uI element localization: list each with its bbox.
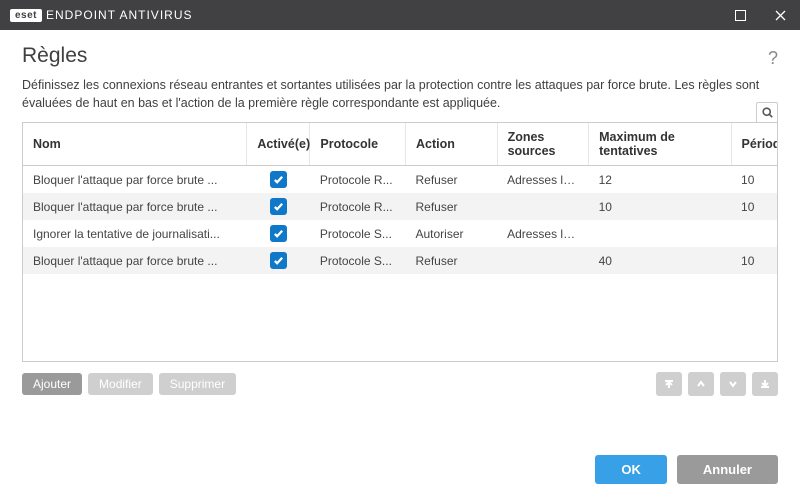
- table-row[interactable]: Bloquer l'attaque par force brute ... Pro…: [23, 247, 777, 274]
- checkbox-checked-icon[interactable]: [270, 171, 287, 188]
- table-row[interactable]: Ignorer la tentative de journalisati... P…: [23, 220, 777, 247]
- cell-source-zones: Adresses local...: [497, 220, 589, 247]
- col-header-source-zones[interactable]: Zones sources: [497, 123, 589, 166]
- rules-table: Nom Activé(e) Protocole Action Zones sou…: [23, 123, 777, 274]
- cell-protocol: Protocole S...: [310, 220, 406, 247]
- titlebar: eset ENDPOINT ANTIVIRUS: [0, 0, 800, 30]
- move-top-button[interactable]: [656, 372, 682, 396]
- search-button[interactable]: [756, 102, 778, 122]
- checkbox-checked-icon[interactable]: [270, 225, 287, 242]
- ok-button[interactable]: OK: [595, 455, 667, 484]
- col-header-protocol[interactable]: Protocole: [310, 123, 406, 166]
- table-row[interactable]: Bloquer l'attaque par force brute ... Pro…: [23, 193, 777, 220]
- cell-action: Refuser: [406, 166, 498, 194]
- brand: eset ENDPOINT ANTIVIRUS: [10, 8, 192, 22]
- cell-max-attempts: 40: [589, 247, 731, 274]
- add-button[interactable]: Ajouter: [22, 373, 82, 395]
- window-minimize-button[interactable]: [720, 0, 760, 30]
- table-header-row: Nom Activé(e) Protocole Action Zones sou…: [23, 123, 777, 166]
- cell-protocol: Protocole R...: [310, 193, 406, 220]
- cell-name: Bloquer l'attaque par force brute ...: [23, 193, 247, 220]
- page-title: Règles: [22, 44, 768, 68]
- cell-name: Bloquer l'attaque par force brute ...: [23, 166, 247, 194]
- page-description: Définissez les connexions réseau entrant…: [22, 76, 778, 112]
- cell-period: [731, 220, 777, 247]
- window-close-button[interactable]: [760, 0, 800, 30]
- table-row[interactable]: Bloquer l'attaque par force brute ... Pro…: [23, 166, 777, 194]
- cell-action: Refuser: [406, 193, 498, 220]
- cell-period: 10: [731, 193, 777, 220]
- cell-action: Autoriser: [406, 220, 498, 247]
- move-up-button[interactable]: [688, 372, 714, 396]
- move-bottom-button[interactable]: [752, 372, 778, 396]
- cell-protocol: Protocole S...: [310, 247, 406, 274]
- product-name: ENDPOINT ANTIVIRUS: [46, 8, 192, 22]
- cell-name: Ignorer la tentative de journalisati...: [23, 220, 247, 247]
- col-header-max-attempts[interactable]: Maximum de tentatives: [589, 123, 731, 166]
- cell-source-zones: [497, 193, 589, 220]
- cell-active[interactable]: [247, 166, 310, 194]
- cell-source-zones: [497, 247, 589, 274]
- delete-button[interactable]: Supprimer: [159, 373, 236, 395]
- cell-protocol: Protocole R...: [310, 166, 406, 194]
- cell-max-attempts: [589, 220, 731, 247]
- cell-active[interactable]: [247, 220, 310, 247]
- cell-max-attempts: 12: [589, 166, 731, 194]
- cell-max-attempts: 10: [589, 193, 731, 220]
- cell-name: Bloquer l'attaque par force brute ...: [23, 247, 247, 274]
- col-header-action[interactable]: Action: [406, 123, 498, 166]
- col-header-name[interactable]: Nom: [23, 123, 247, 166]
- help-icon[interactable]: ?: [768, 44, 778, 69]
- search-icon: [762, 107, 773, 118]
- cell-source-zones: Adresses local...: [497, 166, 589, 194]
- cancel-button[interactable]: Annuler: [677, 455, 778, 484]
- col-header-active[interactable]: Activé(e): [247, 123, 310, 166]
- cell-active[interactable]: [247, 247, 310, 274]
- cell-period: 10: [731, 166, 777, 194]
- checkbox-checked-icon[interactable]: [270, 252, 287, 269]
- cell-active[interactable]: [247, 193, 310, 220]
- brand-tag: eset: [10, 9, 42, 22]
- cell-action: Refuser: [406, 247, 498, 274]
- cell-period: 10: [731, 247, 777, 274]
- move-down-button[interactable]: [720, 372, 746, 396]
- edit-button[interactable]: Modifier: [88, 373, 153, 395]
- col-header-period[interactable]: Période de con: [731, 123, 777, 166]
- checkbox-checked-icon[interactable]: [270, 198, 287, 215]
- rules-table-container: Nom Activé(e) Protocole Action Zones sou…: [22, 122, 778, 362]
